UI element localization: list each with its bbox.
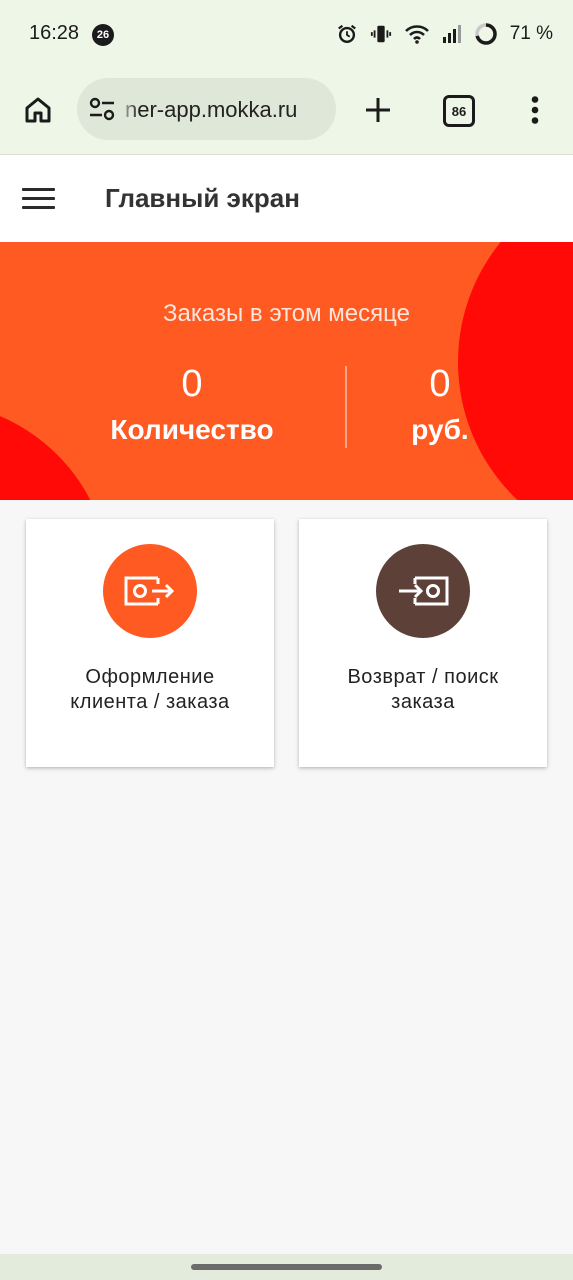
- status-time: 16:28: [29, 22, 80, 44]
- new-tab-button[interactable]: [358, 90, 398, 130]
- tune-icon[interactable]: [89, 97, 115, 121]
- status-bar: 16:28 26 71 %: [0, 0, 573, 70]
- vibrate-icon: [370, 25, 391, 43]
- plus-icon: [366, 98, 390, 122]
- checkout-arrow-icon: [124, 576, 175, 606]
- checkout-icon-circle: [103, 544, 197, 638]
- orders-sum-stat: 0 руб.: [390, 364, 490, 446]
- checkout-card[interactable]: Оформление клиента / заказа: [26, 519, 274, 767]
- menu-button[interactable]: [20, 180, 56, 216]
- system-nav-bar: [0, 1254, 573, 1280]
- app-header: Главный экран: [0, 155, 573, 242]
- banner-title: Заказы в этом месяце: [163, 300, 410, 327]
- page-title: Главный экран: [105, 183, 300, 213]
- orders-sum-value: 0: [429, 363, 451, 405]
- url-text[interactable]: ner-app.mokka.ru: [125, 97, 297, 123]
- return-search-card[interactable]: Возврат / поиск заказа: [299, 519, 547, 767]
- gesture-handle[interactable]: [191, 1264, 382, 1270]
- tab-switcher-button[interactable]: 86: [443, 95, 475, 127]
- home-button[interactable]: [18, 90, 58, 130]
- return-card-label: Возврат / поиск заказа: [347, 666, 499, 713]
- wifi-icon: [404, 25, 429, 44]
- orders-count-label: Количество: [110, 414, 274, 445]
- more-menu-button[interactable]: [520, 90, 550, 130]
- browser-toolbar: ner-app.mokka.ru 86: [0, 70, 573, 155]
- battery-percent: 71 %: [509, 23, 553, 44]
- alarm-icon: [337, 24, 356, 43]
- home-icon: [25, 97, 51, 123]
- orders-sum-label: руб.: [411, 414, 469, 445]
- menu-icon: [22, 188, 55, 191]
- return-icon-circle: [376, 544, 470, 638]
- orders-count-stat: 0 Количество: [92, 364, 292, 446]
- stat-divider: [345, 366, 347, 448]
- signal-icon: [442, 25, 461, 43]
- orders-summary-banner: Заказы в этом месяце 0 Количество 0 руб.: [0, 242, 573, 500]
- notification-badge: 26: [92, 24, 114, 46]
- address-bar[interactable]: ner-app.mokka.ru: [77, 78, 336, 140]
- more-vert-icon: [531, 96, 539, 124]
- status-icons: 71 %: [336, 20, 553, 48]
- return-arrow-icon: [399, 576, 449, 606]
- battery-ring-icon: [474, 23, 497, 45]
- checkout-card-label: Оформление клиента / заказа: [70, 666, 230, 713]
- orders-count-value: 0: [181, 363, 203, 405]
